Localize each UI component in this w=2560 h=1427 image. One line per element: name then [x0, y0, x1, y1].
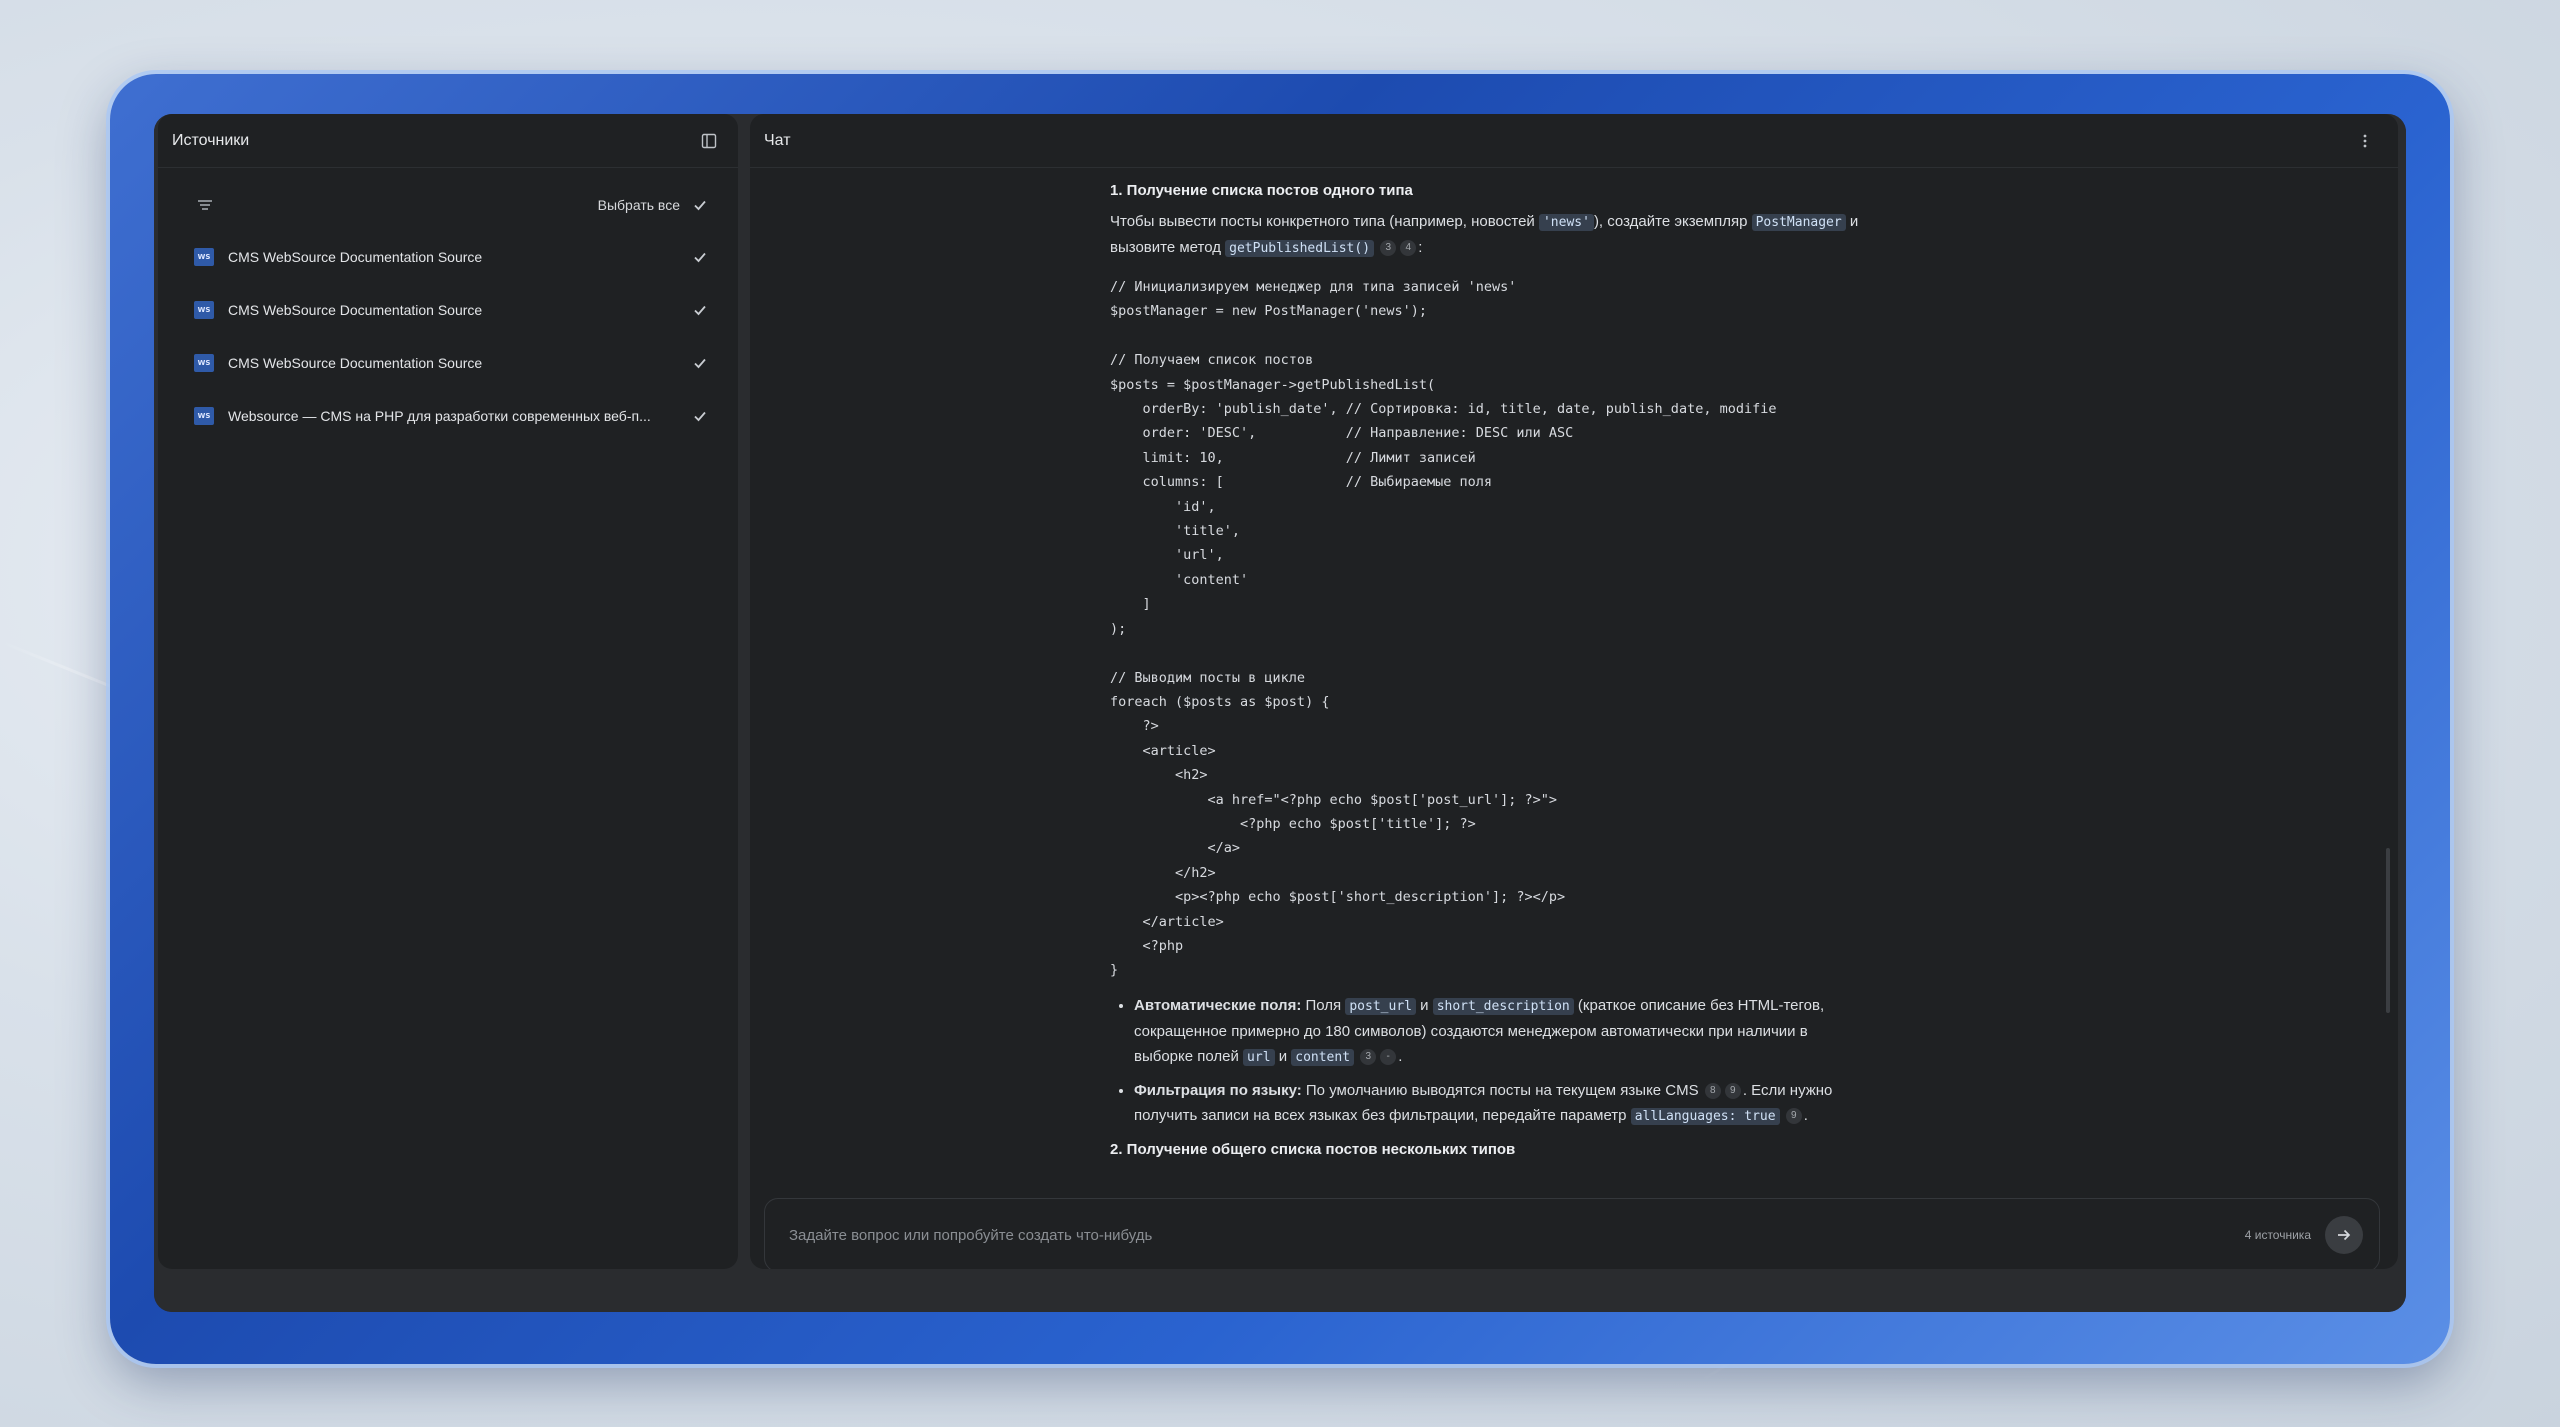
citation-badge[interactable]: - [1380, 1048, 1397, 1065]
select-all[interactable]: Выбрать все [598, 197, 708, 213]
list-item: Фильтрация по языку: По умолчанию выводя… [1134, 1078, 1870, 1129]
code-block: // Инициализируем менеджер для типа запи… [1110, 279, 1777, 979]
chat-input[interactable] [789, 1226, 2245, 1244]
citation-badge[interactable]: 8 [1704, 1082, 1721, 1099]
citation-badge[interactable]: 4 [1400, 240, 1417, 257]
sources-title: Источники [172, 131, 250, 149]
check-icon[interactable] [692, 408, 708, 424]
chat-messages[interactable]: 1. Получение списка постов одного типа Ч… [750, 168, 2398, 1198]
citation-badge[interactable]: 9 [1785, 1107, 1802, 1124]
bullet-title: Автоматические поля: [1134, 996, 1302, 1014]
chat-title: Чат [764, 131, 791, 149]
inline-code: content [1291, 1048, 1355, 1066]
check-icon[interactable] [692, 302, 708, 318]
check-icon[interactable] [692, 355, 708, 371]
text-span: : [1418, 239, 1423, 256]
sources-count: 4 источника [2244, 1228, 2311, 1242]
check-icon[interactable] [692, 249, 708, 265]
select-all-label: Выбрать все [597, 197, 680, 213]
screen: Источники Выбрать все WS CMS WebSource D… [154, 114, 2406, 1312]
inline-code: url [1243, 1048, 1275, 1066]
source-item[interactable]: WS CMS WebSource Documentation Source [158, 283, 738, 336]
bullet-list: Автоматические поля: Поля post_url и sho… [1110, 993, 1870, 1129]
inline-code: PostManager [1751, 214, 1846, 231]
check-icon[interactable] [692, 197, 708, 213]
source-label: CMS WebSource Documentation Source [228, 301, 483, 318]
source-label: CMS WebSource Documentation Source [228, 248, 483, 265]
text-span: По умолчанию выводятся посты на текущем … [1301, 1081, 1703, 1099]
source-favicon-icon: WS [194, 353, 214, 372]
more-vertical-icon[interactable] [2354, 130, 2376, 152]
inline-code: short_description [1432, 997, 1574, 1015]
source-favicon-icon: WS [194, 247, 214, 266]
chat-panel: Чат 1. Получение списка постов одного ти… [750, 114, 2398, 1269]
select-all-row: Выбрать все [158, 180, 738, 230]
sources-panel: Источники Выбрать все WS CMS WebSource D… [158, 114, 738, 1269]
device-frame: Источники Выбрать все WS CMS WebSource D… [110, 74, 2450, 1364]
text-span: и [1274, 1047, 1292, 1065]
source-favicon-icon: WS [194, 406, 214, 425]
inline-code: getPublishedList() [1225, 240, 1375, 257]
citation-badge[interactable]: 3 [1360, 1048, 1377, 1065]
text-span: Поля [1301, 996, 1346, 1014]
list-item: Автоматические поля: Поля post_url и sho… [1134, 993, 1870, 1070]
source-item[interactable]: WS Websource — CMS на PHP для разработки… [158, 389, 738, 442]
filter-icon[interactable] [194, 194, 216, 216]
panel-toggle-icon[interactable] [698, 130, 720, 152]
source-label: Websource — CMS на PHP для разработки со… [228, 407, 651, 424]
inline-code: post_url [1345, 997, 1416, 1015]
text-span: . [1803, 1106, 1808, 1124]
text-span: и [1415, 996, 1433, 1014]
inline-code: allLanguages: true [1630, 1107, 1780, 1125]
inline-code: 'news' [1538, 214, 1594, 231]
arrow-right-icon [2336, 1227, 2352, 1243]
section-heading: 2. Получение общего списка постов нескол… [1110, 1140, 1516, 1158]
text-span: Чтобы вывести посты конкретного типа (на… [1110, 213, 1539, 230]
chat-header: Чат [750, 114, 2398, 168]
scrollbar[interactable] [2386, 848, 2390, 1013]
text-span: . [1398, 1047, 1403, 1065]
chat-composer: 4 источника [764, 1198, 2380, 1269]
source-item[interactable]: WS CMS WebSource Documentation Source [158, 230, 738, 283]
app-window: Источники Выбрать все WS CMS WebSource D… [154, 114, 2406, 1312]
assistant-message: 1. Получение списка постов одного типа Ч… [1110, 178, 1870, 1162]
source-item[interactable]: WS CMS WebSource Documentation Source [158, 336, 738, 389]
section-heading: 1. Получение списка постов одного типа [1110, 182, 1413, 199]
sources-header: Источники [158, 114, 738, 168]
bullet-title: Фильтрация по языку: [1134, 1081, 1302, 1099]
citation-badge[interactable]: 9 [1724, 1082, 1741, 1099]
citation-badge[interactable]: 3 [1380, 240, 1397, 257]
send-button[interactable] [2325, 1216, 2363, 1254]
source-favicon-icon: WS [194, 300, 214, 319]
text-span: ), создайте экземпляр [1593, 213, 1752, 230]
source-label: CMS WebSource Documentation Source [228, 354, 483, 371]
message-paragraph: Чтобы вывести посты конкретного типа (на… [1110, 209, 1870, 261]
